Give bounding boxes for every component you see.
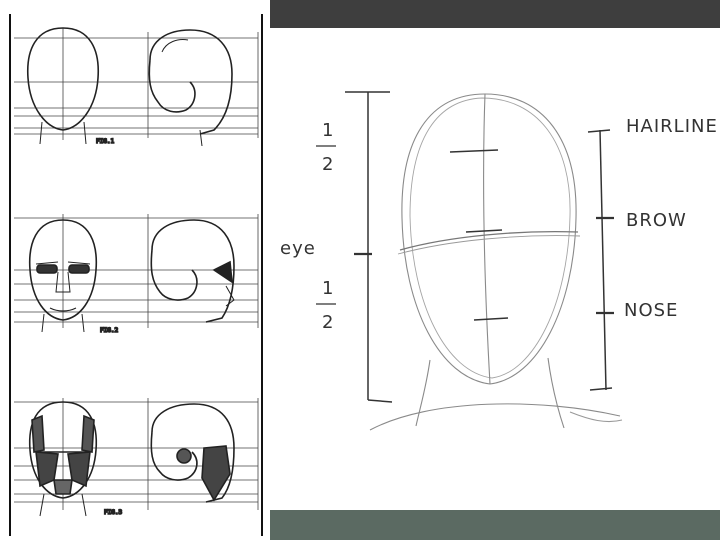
nose-tick — [473, 317, 509, 321]
fig2-label: FIG.2 — [100, 327, 118, 334]
hairline-label: HAIRLINE — [626, 116, 718, 137]
slide-bottom-bar — [270, 510, 720, 540]
fig3-temple-left — [31, 414, 45, 453]
fig1-label: FIG.1 — [96, 138, 114, 145]
brow-label: BROW — [626, 210, 687, 231]
top-half-fraction: 1 2 — [316, 120, 336, 175]
svg-text:2: 2 — [322, 154, 334, 175]
eye-tick — [465, 229, 503, 233]
fig3-ear — [176, 448, 192, 464]
fig3-temple-right — [81, 414, 95, 453]
fig2-left-eye — [36, 264, 58, 274]
figure-1: FIG.1 — [14, 27, 259, 147]
hairline-tick — [449, 149, 499, 153]
head-proportions-sketch: HAIRLINE BROW NOSE eye 1 2 1 2 — [280, 91, 718, 431]
bottom-half-fraction: 1 2 — [316, 278, 336, 333]
figure-2: FIG.2 — [14, 214, 259, 335]
svg-text:1: 1 — [322, 120, 334, 141]
head-proportions-sketch-panel: HAIRLINE BROW NOSE eye 1 2 1 2 — [270, 28, 720, 510]
head-construction-reference-panel: FIG.1 FIG.2 FIG.3 — [0, 0, 270, 540]
reference-sheet: FIG.1 FIG.2 FIG.3 — [9, 14, 263, 536]
feature-bracket — [587, 129, 614, 391]
neck-right — [547, 357, 565, 429]
eye-label: eye — [280, 238, 316, 259]
svg-text:1: 1 — [322, 278, 334, 299]
half-bracket — [345, 91, 393, 403]
svg-text:2: 2 — [322, 312, 334, 333]
fig2-right-eye — [68, 264, 90, 274]
fig2-side-eye — [212, 260, 233, 284]
fig3-mouth-plane — [53, 479, 73, 495]
fig3-label: FIG.3 — [104, 509, 122, 516]
neck-left — [415, 359, 431, 427]
nose-label: NOSE — [624, 300, 678, 321]
slide-top-bar — [270, 0, 720, 28]
figure-3: FIG.3 — [14, 398, 259, 517]
